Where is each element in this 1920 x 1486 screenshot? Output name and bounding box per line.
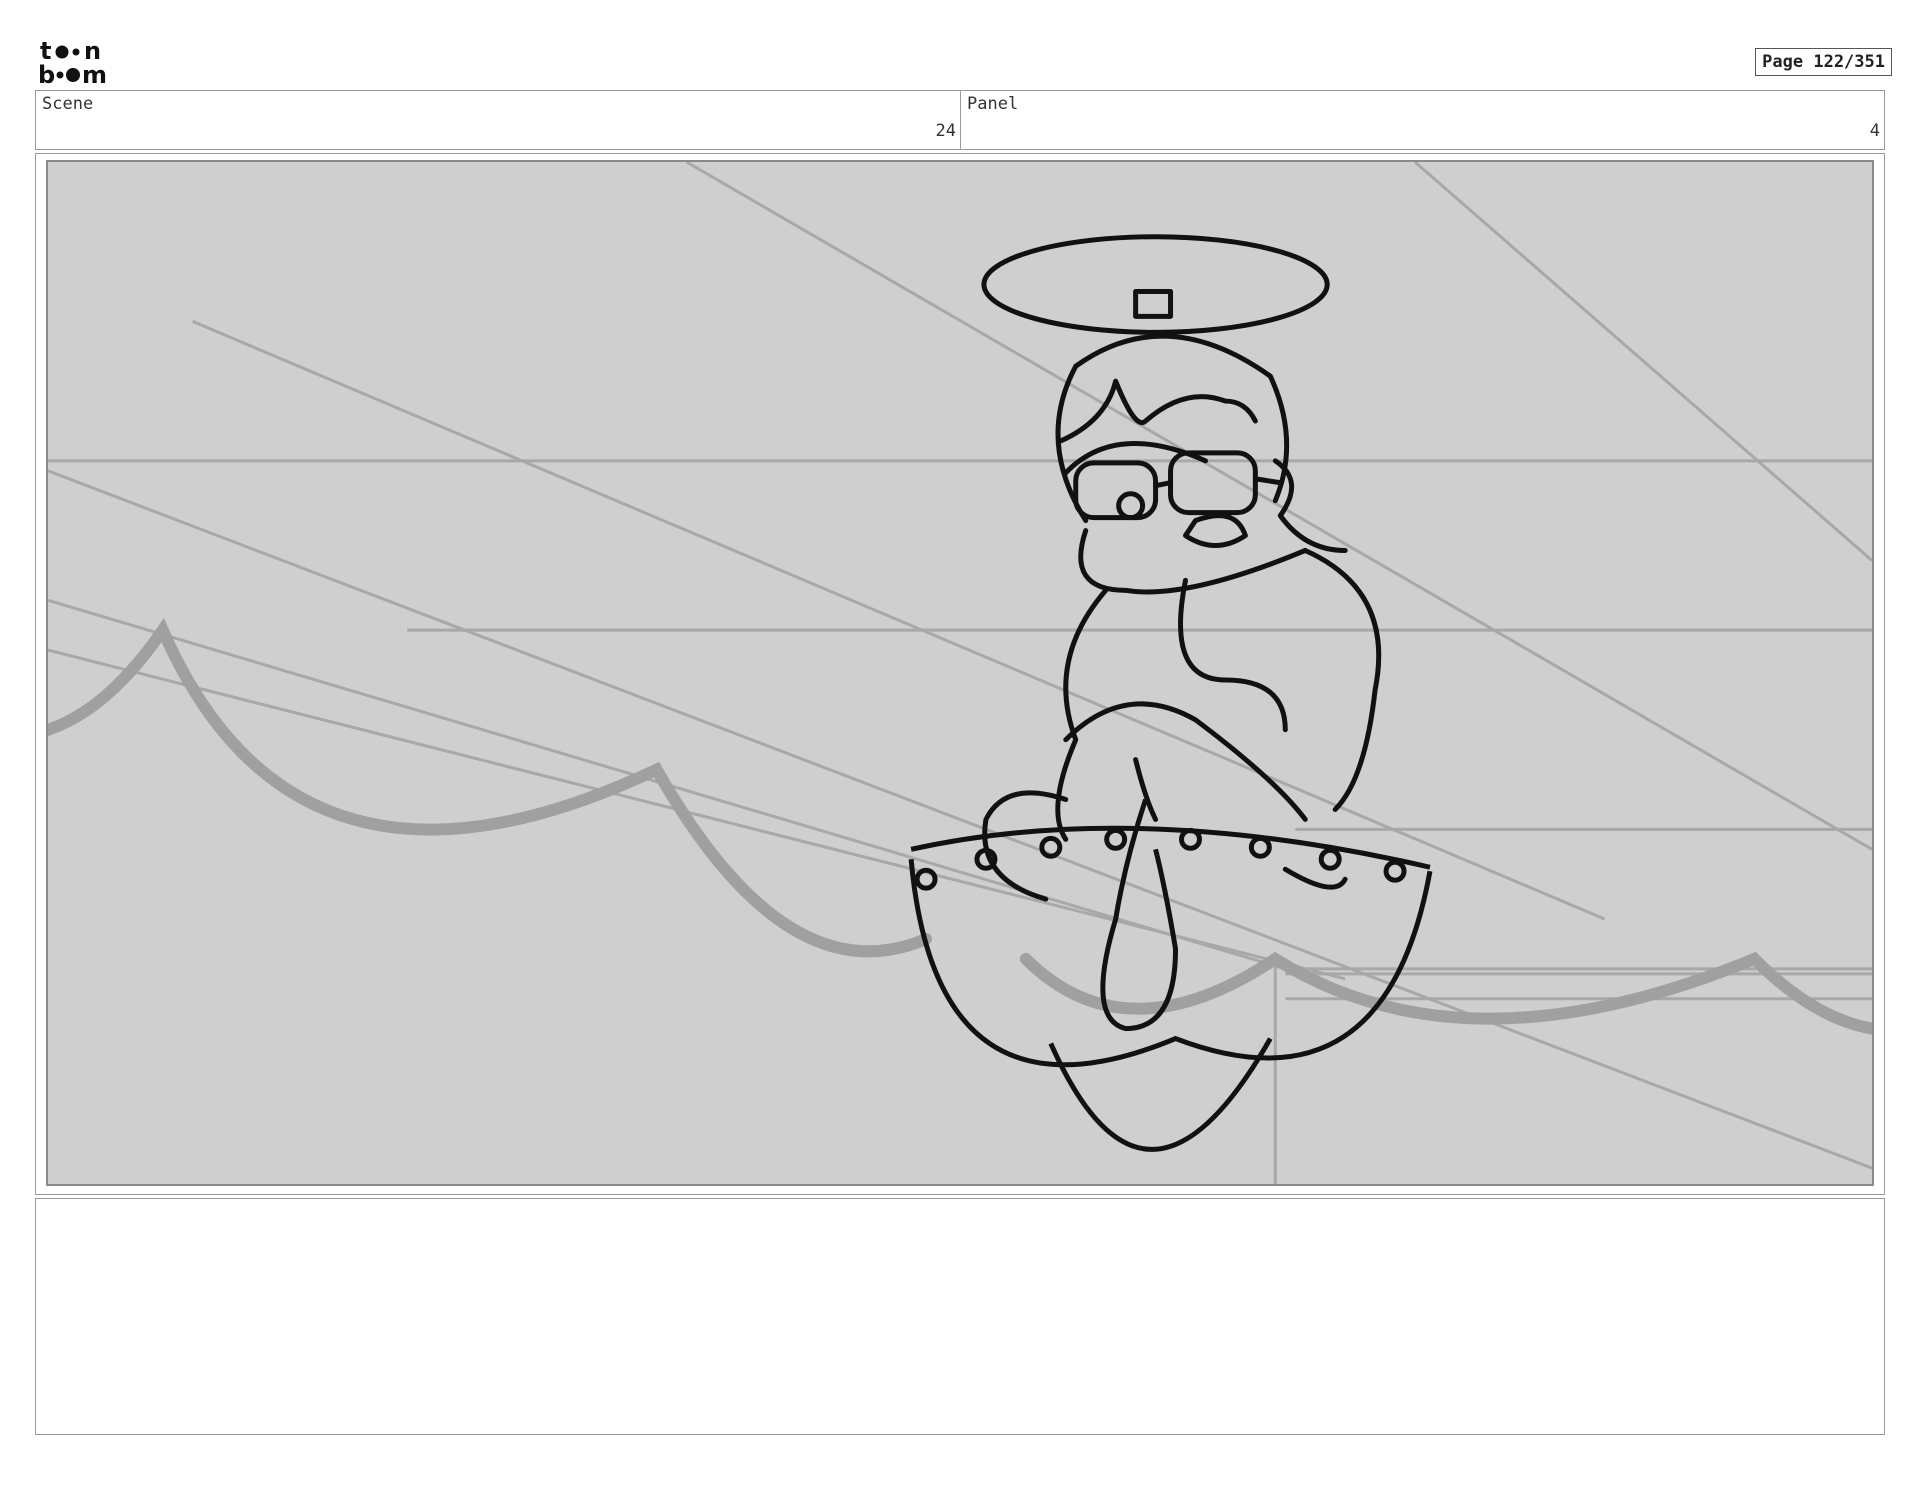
toonboom-logo-icon: t n b m [38,37,107,89]
panel-notes-box[interactable] [35,1198,1885,1435]
svg-text:b: b [38,61,55,88]
toonboom-logo: t n b m [38,37,124,89]
storyboard-sketch-icon [48,162,1872,1184]
storyboard-drawing-area [46,160,1874,1186]
panel-cell: Panel 4 [961,91,1884,149]
panel-number: 4 [1869,121,1880,141]
scene-panel-header: Scene 24 Panel 4 [35,90,1885,150]
scene-cell: Scene 24 [36,91,961,149]
page-indicator: Page 122/351 [1755,48,1892,76]
scene-label: Scene [42,94,94,114]
scene-number: 24 [935,121,956,141]
svg-text:m: m [82,61,107,88]
storyboard-panel-frame [35,153,1885,1195]
panel-label: Panel [967,94,1019,114]
background-guide-lines [48,162,1872,1184]
